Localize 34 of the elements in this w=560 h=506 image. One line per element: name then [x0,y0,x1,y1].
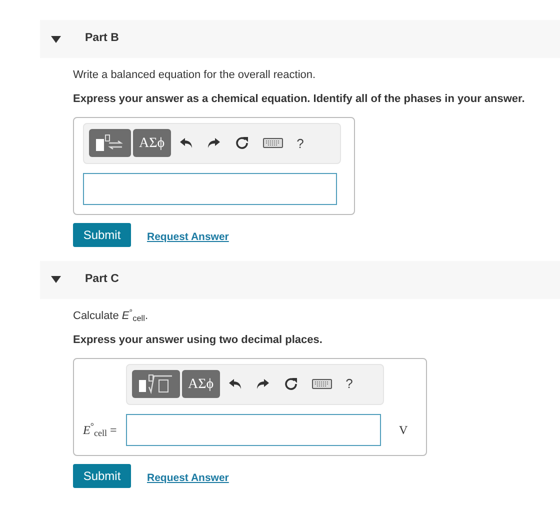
keyboard-icon[interactable] [262,136,283,150]
answer-field[interactable] [126,414,381,446]
answer-label: E$^{°}$$_{cell}$ = [83,420,118,439]
help-button[interactable]: ? [290,134,310,154]
keyboard-icon[interactable] [312,377,332,392]
equation-template-icon [95,134,125,152]
part-header[interactable]: Part B [40,20,560,58]
symbols-button[interactable]: ΑΣϕ [182,370,220,398]
reset-icon[interactable] [234,136,249,150]
submit-button[interactable]: Submit [73,222,131,247]
question-text: Calculate E$^{°}$$_{cell}$. [73,308,150,324]
question-text: Write a balanced equation for the overall reaction. [73,68,317,82]
caret-icon[interactable] [51,36,61,42]
submit-button[interactable]: Submit [73,464,131,488]
instruction-text: Express your answer as a chemical equation. Identify all of the phases in your answer. [73,92,526,108]
template-button[interactable] [132,370,180,398]
instruction-text: Express your answer using two decimal places. [73,333,324,348]
unit-label: V [399,422,408,439]
reset-icon[interactable] [284,377,298,392]
part-title: Part C [85,272,119,288]
symbols-button[interactable]: ΑΣϕ [133,129,171,158]
help-button[interactable]: ? [340,374,359,394]
undo-icon[interactable] [178,136,193,150]
part-header[interactable]: Part C [40,260,560,299]
part-title: Part B [85,31,119,46]
redo-icon[interactable] [206,136,221,150]
undo-icon[interactable] [228,377,242,392]
radical-template-icon [138,374,174,394]
answer-field[interactable] [83,172,337,205]
redo-icon[interactable] [256,377,270,392]
request-answer-link[interactable]: Request Answer [147,230,229,246]
template-button[interactable] [89,129,131,158]
caret-icon[interactable] [51,276,61,284]
request-answer-link[interactable]: Request Answer [147,470,229,486]
